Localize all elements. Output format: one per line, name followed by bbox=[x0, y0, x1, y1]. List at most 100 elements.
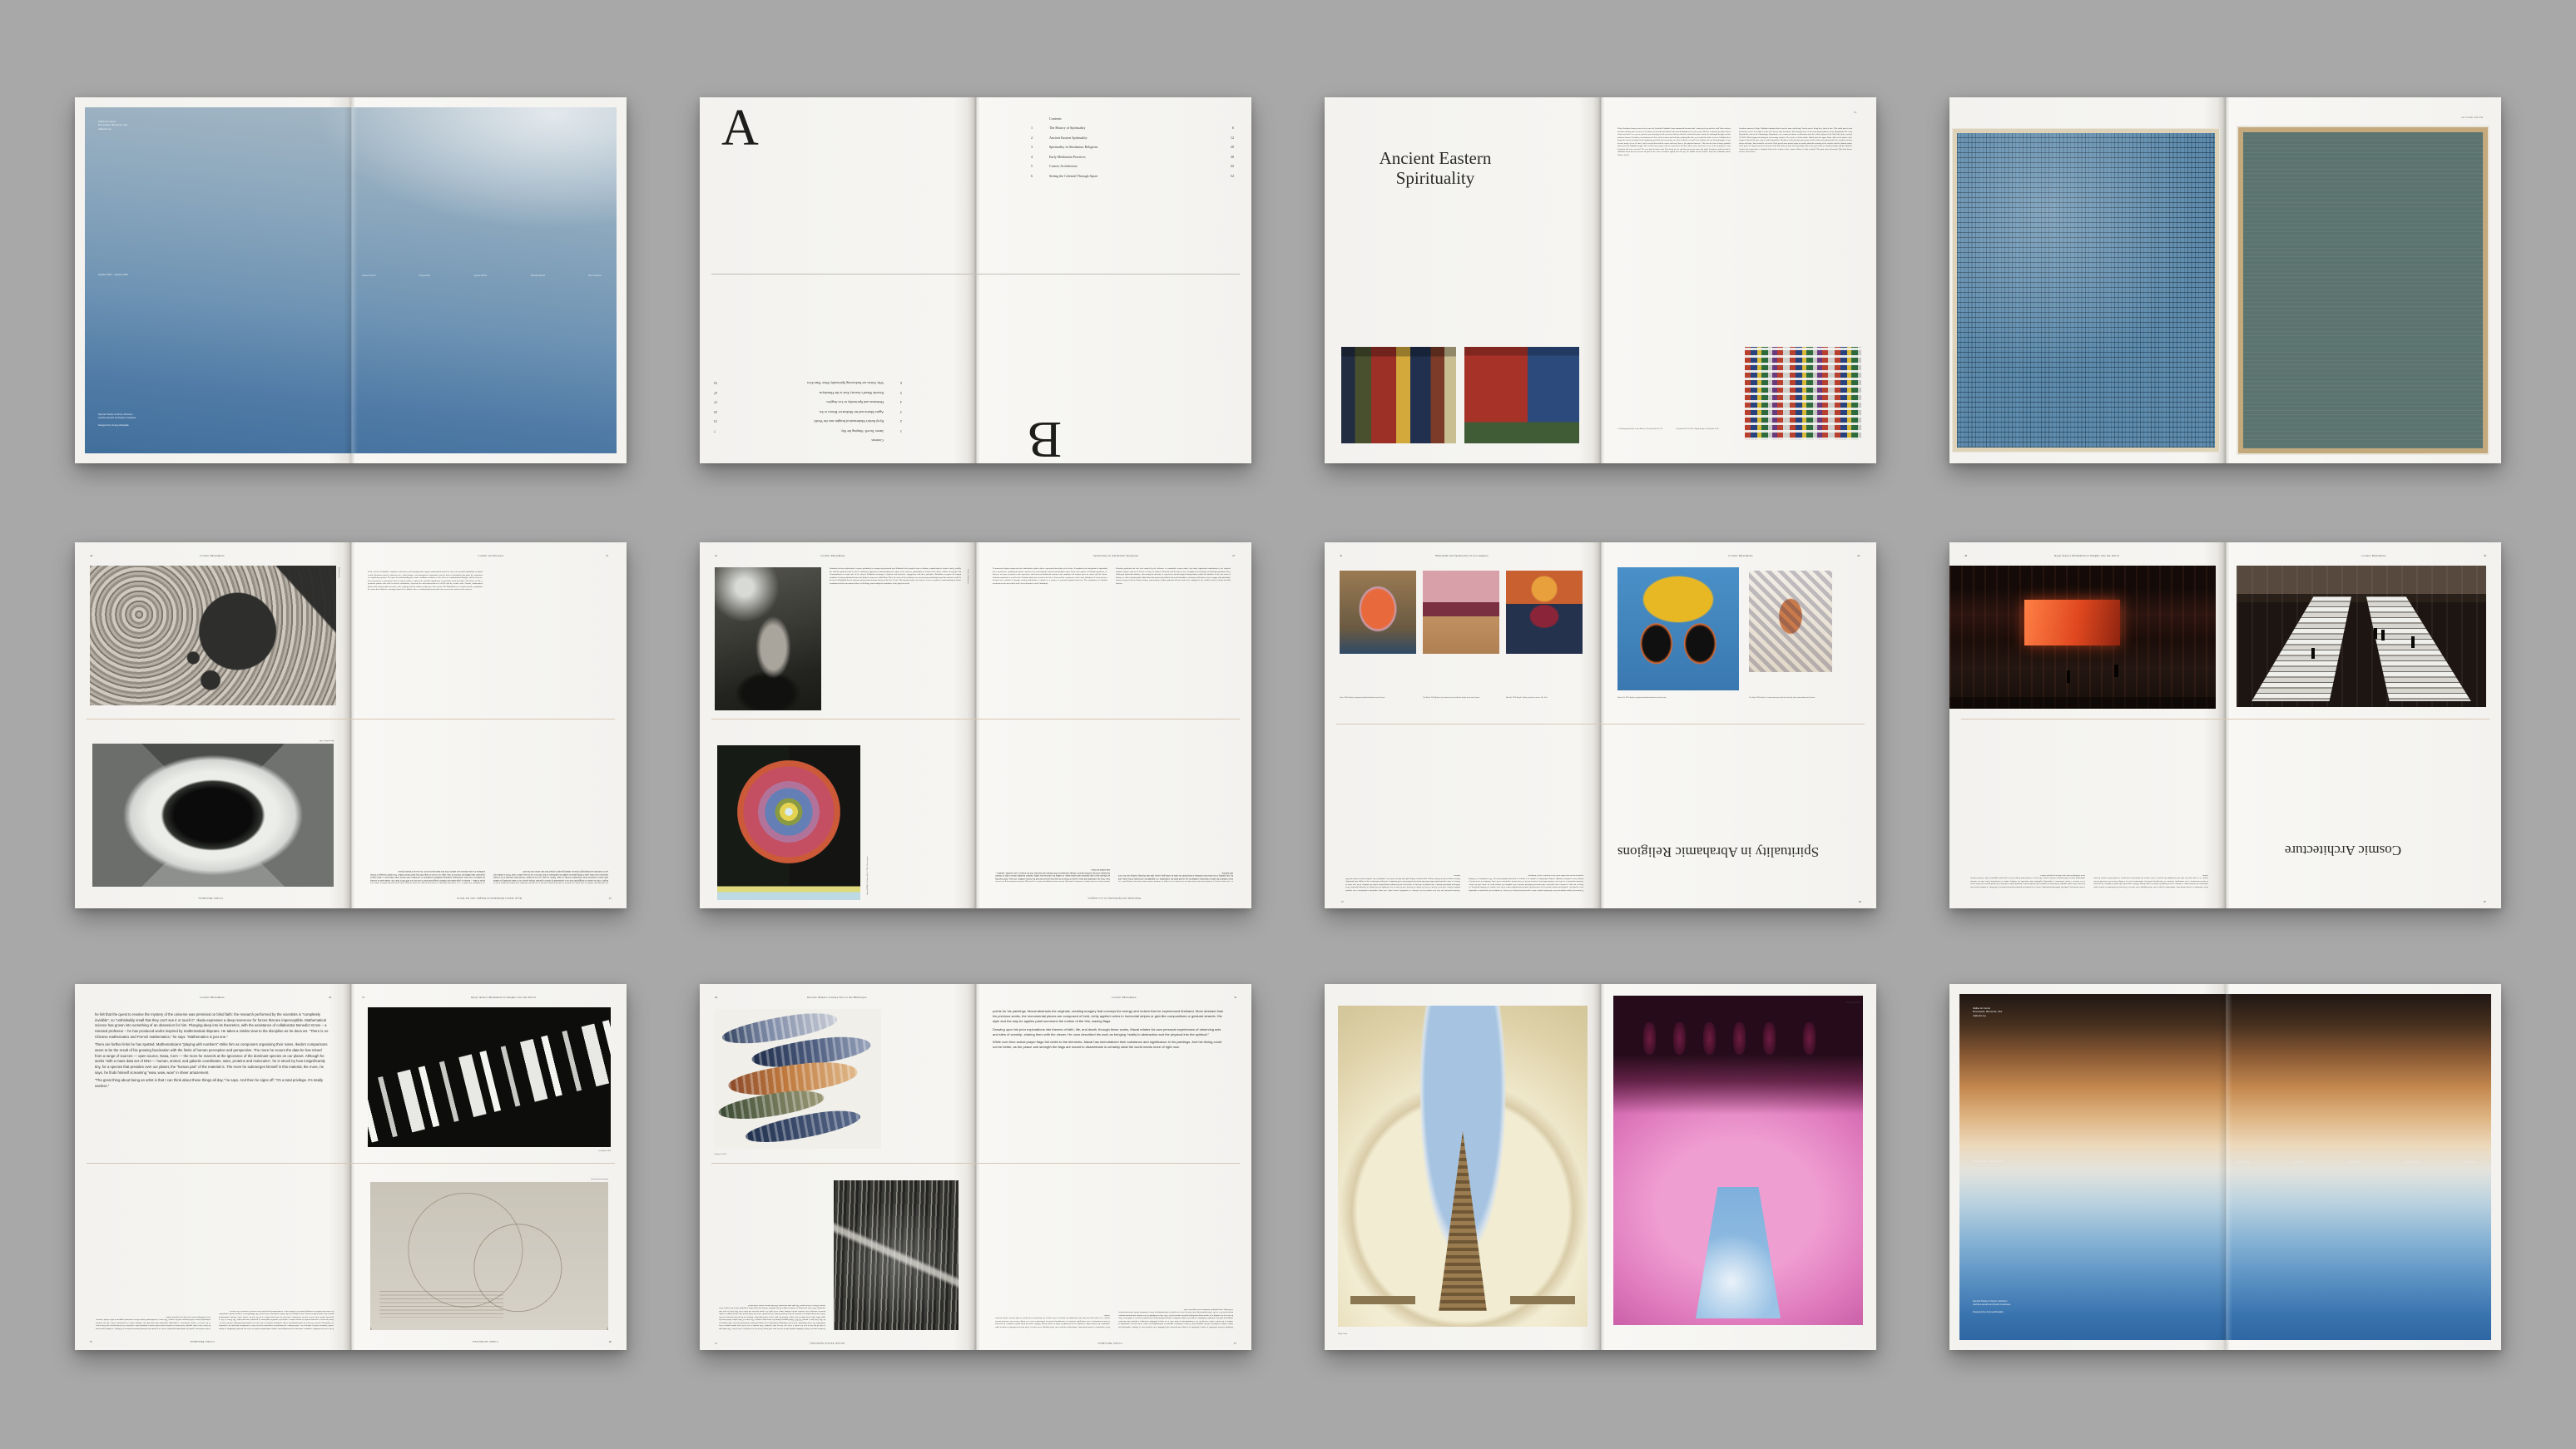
running-head: Spirituality in Abrahamic Religions bbox=[1008, 554, 1224, 557]
artist-name: Ryoji Ikeda bbox=[2294, 1161, 2305, 1164]
essay-column: Christian mysticism has also been marked… bbox=[1116, 567, 1231, 714]
running-head: Ricardo Mazal's Journey East to the Hima… bbox=[733, 996, 941, 999]
side-b-flipped-half: 14 Cosmic Phenomena Boundaries beckon in… bbox=[700, 1165, 1251, 1350]
page-number: 13 bbox=[1854, 111, 1856, 114]
contents-item: 3Agnes Martin and her Meditative Return … bbox=[714, 410, 902, 413]
flipped-running-head: Cosmic Phenomena bbox=[1787, 1001, 1860, 1003]
ikeda-red-projection-photo bbox=[1949, 566, 2216, 709]
center-fold-shading bbox=[1593, 984, 1608, 1350]
side-b-flipped-half: Hedonism and Spirituality in Los Angeles… bbox=[700, 720, 1251, 908]
cover-b-gradient-artwork: Walker Art Center Minneapolis, Minnesota… bbox=[1959, 994, 2491, 1340]
essay-column: In the search for habitable exoplanets, … bbox=[219, 1180, 334, 1330]
exhibition-dates: October 2022 – January 2023 bbox=[98, 274, 128, 277]
item-page: 42 bbox=[1231, 165, 1234, 168]
running-head: Ryoji Ikeda's Mathematical Insights into… bbox=[385, 897, 593, 900]
center-fold-shading bbox=[2218, 994, 2233, 1340]
visitor-figure bbox=[1703, 1022, 1716, 1056]
running-head: Cosmic Phenomena bbox=[2299, 554, 2449, 557]
image-caption: test pattern, 2013 bbox=[541, 1150, 611, 1153]
flipped-caption: Agnes Martin, Night Sea, 1963 bbox=[2403, 116, 2483, 118]
artist-name: Ricardo Mazal bbox=[531, 274, 545, 277]
venue-block: Walker Art Center Minneapolis, Minnesota… bbox=[98, 121, 127, 131]
page-number: 40 bbox=[609, 1340, 612, 1343]
contents-item: 2Ancient Eastern Spirituality12 bbox=[1031, 136, 1234, 140]
running-head: Cosmic Phenomena bbox=[125, 554, 300, 557]
roden-crater-skyspace-photo bbox=[1338, 1006, 1588, 1327]
item-number: 6 bbox=[1031, 175, 1049, 178]
bench bbox=[1510, 1296, 1575, 1304]
side-a-letter: A bbox=[721, 106, 759, 152]
essay-column: Cosmic architecture, guided by mathemati… bbox=[96, 1180, 211, 1330]
thanks-block: Special Thanks to Simon Johnston Lavinia… bbox=[1973, 1300, 2010, 1314]
running-head: Hedonism and Spirituality in Los Angeles bbox=[1002, 897, 1226, 900]
running-head: Cosmic Phenomena bbox=[1035, 1342, 1185, 1345]
sanders-painting-vase-desert bbox=[1423, 571, 1499, 654]
spread-ikeda-installations: 28 Ryoji Ikeda's Mathematical Insights i… bbox=[1949, 542, 2501, 908]
ikeda-striped-floor-photo bbox=[2237, 566, 2486, 707]
sanders-drawing-still-life bbox=[1749, 571, 1832, 672]
page-number: 21 bbox=[1341, 900, 1344, 903]
interview-text-block: he felt that the quest to resolve the my… bbox=[95, 1012, 329, 1159]
running-head: Ryoji Ikeda's Mathematical Insights into… bbox=[399, 996, 607, 999]
article-column: Gabriel Pauli Ochi was drawn to Sanders'… bbox=[995, 740, 1110, 882]
essay-column: Boundaries beckon individuals to explore… bbox=[1118, 1179, 1233, 1328]
spread-cover-b: Walker Art Center Minneapolis, Minnesota… bbox=[1949, 984, 2501, 1350]
turrell-light-installation-photo bbox=[92, 744, 334, 887]
item-number: 1 bbox=[1031, 126, 1049, 130]
contents-list-side-b: Contents 1James Turrell: Shaping the Sky… bbox=[714, 374, 902, 442]
running-head: Cosmic Phenomena bbox=[1049, 996, 1199, 999]
item-page: 47 bbox=[714, 390, 717, 393]
side-b-flipped-half: 16 Ryoji Ikeda's Mathematical Insights i… bbox=[75, 720, 627, 908]
flip-divider-rule bbox=[711, 719, 1240, 720]
artwork-caption: Siren, 2020. Acrylic on plywood, polishe… bbox=[1340, 697, 1413, 700]
item-title: Seeing the Celestial Through Space bbox=[1049, 175, 1231, 178]
item-page: 7 bbox=[714, 429, 716, 433]
page-number: 46 bbox=[90, 554, 92, 557]
contents-item: 5Ricardo Mazal's Journey East to the Him… bbox=[714, 390, 902, 393]
item-page: 12 bbox=[1231, 136, 1234, 140]
essay-column: Svetaketu answered: Salty. Uddalaka expl… bbox=[719, 1180, 825, 1330]
essay-column: To transcend religious dogma and offer i… bbox=[1469, 734, 1583, 892]
venue-url: walkerart.org bbox=[1973, 1015, 2002, 1018]
item-page: 53 bbox=[714, 381, 717, 384]
exhibition-dates: October 2022 – January 2023 bbox=[1973, 1160, 2003, 1164]
item-number: 2 bbox=[1031, 136, 1049, 140]
item-title: James Turrell: Shaping the Sky bbox=[716, 429, 884, 433]
visitor-figure bbox=[2381, 630, 2385, 641]
footnote: 2. Rig Veda 10.121, 10.129, in Wendy Don… bbox=[1676, 428, 1726, 430]
artist-name: Agnes Martin bbox=[2348, 1161, 2361, 1164]
essay-column: Svetaketu answered: Salty. Uddalaka expl… bbox=[1739, 127, 1852, 330]
mandelbrot-fractal-image bbox=[90, 566, 336, 705]
contents-item: 6Seeing the Celestial Through Space52 bbox=[1031, 175, 1234, 178]
page-number: 19 bbox=[362, 996, 364, 999]
page-number: 41 bbox=[90, 1340, 92, 1343]
thanks-block: Special Thanks to Simon Johnston Lavinia… bbox=[98, 413, 136, 428]
artist-name: Ricardo Mazal bbox=[2405, 1161, 2420, 1164]
light-bars bbox=[368, 1012, 611, 1147]
abstract-painting-1 bbox=[1341, 347, 1456, 443]
essay-column: Cosmic architecture, guided by mathemati… bbox=[1970, 739, 2085, 888]
running-head: Cosmic Architecture bbox=[404, 554, 578, 557]
interview-paragraph: There are further links he has spotted. … bbox=[95, 1042, 329, 1076]
item-number: 4 bbox=[1031, 156, 1049, 159]
flip-divider-rule bbox=[87, 1163, 615, 1164]
running-head: Cosmic Architecture bbox=[410, 1340, 560, 1343]
magenta-skyspace-room-photo bbox=[1613, 996, 1863, 1325]
contents-item: 3Spirituality in Abrahamic Religions20 bbox=[1031, 146, 1234, 149]
designed-by: Designed by Umang Ahluwalia bbox=[98, 424, 136, 428]
stair-pyramid bbox=[1423, 1131, 1503, 1311]
page-number: 49 bbox=[715, 996, 717, 999]
manuscript-diagram-image bbox=[370, 1182, 608, 1330]
page-number: 15 bbox=[715, 1342, 717, 1345]
sanders-painting-dark-flower bbox=[1506, 571, 1583, 654]
essay-column: Christian mysticism has also been marked… bbox=[1345, 734, 1460, 892]
photo-of-magazine-spreads: { "canvas": {"background": "#a8a8a8"}, "… bbox=[0, 0, 2576, 1449]
article-paragraph: While over time actual prayer flags fall… bbox=[993, 1040, 1226, 1050]
item-page: 6 bbox=[1232, 126, 1234, 130]
contents-heading: Contents bbox=[714, 438, 884, 442]
af-klint-circles-painting bbox=[717, 745, 860, 900]
running-head: Hedonism and Spirituality in Los Angeles bbox=[1358, 554, 1566, 557]
image-caption: Roden Crater bbox=[1338, 1333, 1347, 1336]
image-caption: Mandelbrot set bbox=[337, 567, 339, 578]
section-title: Ancient Eastern Spirituality bbox=[1373, 149, 1498, 188]
